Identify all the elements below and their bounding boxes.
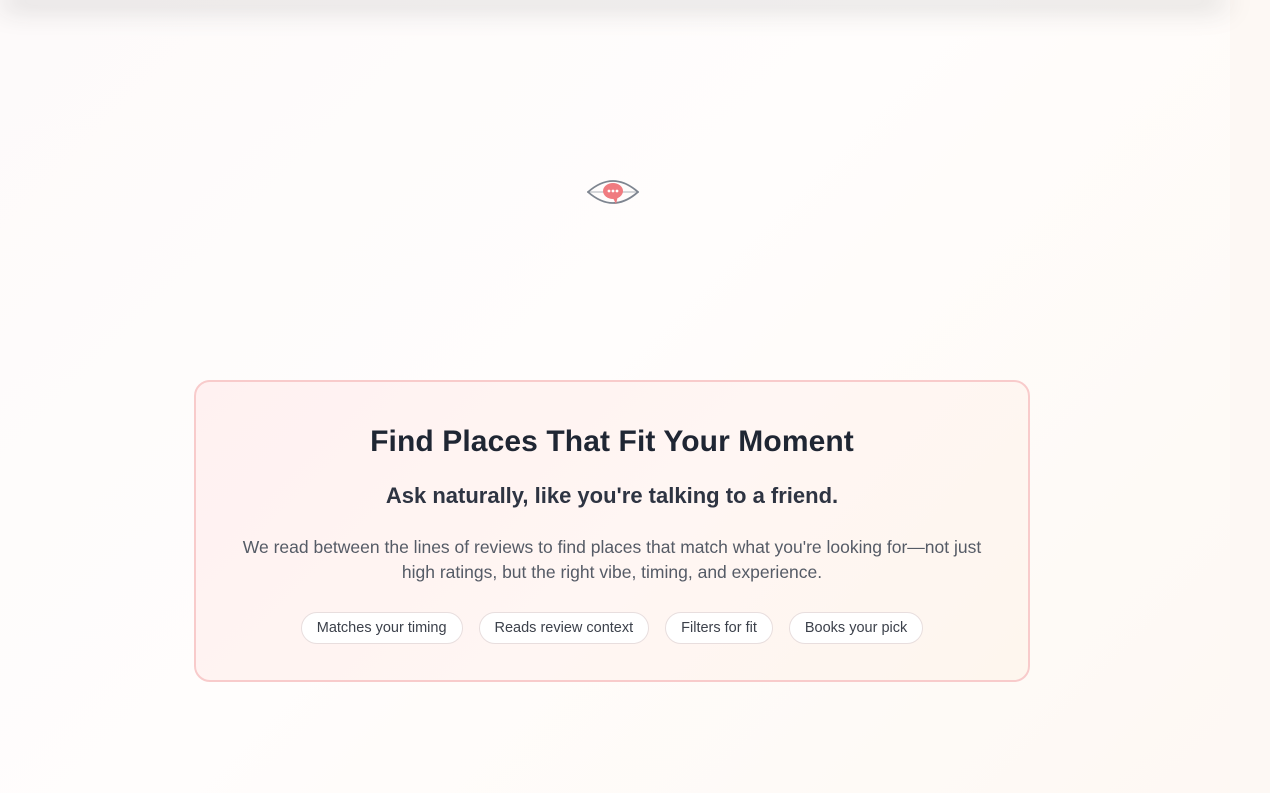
feature-chip-filters[interactable]: Filters for fit [665, 612, 773, 644]
hero-card: Find Places That Fit Your Moment Ask nat… [194, 380, 1030, 682]
feature-chip-booking[interactable]: Books your pick [788, 612, 924, 644]
feature-chip-timing[interactable]: Matches your timing [300, 612, 463, 644]
right-edge-strip [1230, 0, 1270, 793]
hero-title: Find Places That Fit Your Moment [370, 425, 854, 458]
feature-chip-review-context[interactable]: Reads review context [478, 612, 650, 644]
hero-description: We read between the lines of reviews to … [242, 537, 982, 582]
hero-subtitle: Ask naturally, like you're talking to a … [385, 483, 839, 508]
app-logo [586, 177, 640, 209]
feature-chips: Matches your timing Reads review context… [196, 612, 1028, 644]
eye-speech-bubble-icon [587, 180, 639, 204]
